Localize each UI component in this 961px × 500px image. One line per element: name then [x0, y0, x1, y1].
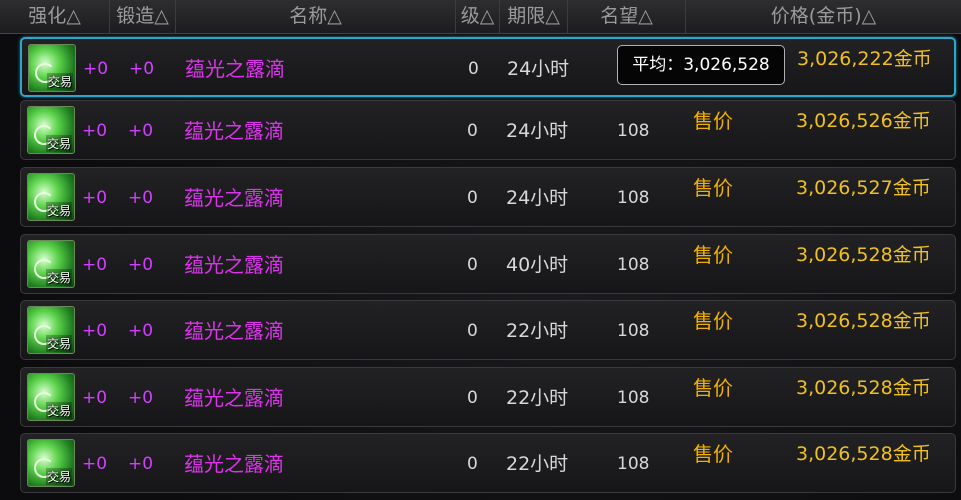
dew-drop-item-icon[interactable]: 交易 — [27, 106, 75, 154]
enhance-value: +0 — [82, 121, 108, 141]
enhance-value: +0 — [83, 59, 109, 79]
enhance-value: +0 — [82, 388, 108, 408]
listing-row[interactable]: 交易 +0 +0 蕴光之露滴 0 24小时 108 售价 3,026,527金币 — [20, 167, 956, 227]
price-value: 3,026,528金币 — [796, 310, 931, 332]
forge-value: +0 — [129, 59, 155, 79]
fame-value: 108 — [617, 321, 650, 341]
dew-drop-item-icon[interactable]: 交易 — [27, 306, 75, 354]
sell-label: 售价 — [693, 243, 733, 267]
forge-value: +0 — [128, 454, 154, 474]
price-value: 3,026,222金币 — [797, 48, 932, 70]
price-value: 3,026,528金币 — [796, 443, 931, 465]
item-name[interactable]: 蕴光之露滴 — [185, 39, 285, 99]
listing-row[interactable]: 交易 +0 +0 蕴光之露滴 0 24小时 售价 3,026,222金币 — [20, 37, 956, 97]
header-forge[interactable]: 锻造△ — [110, 0, 176, 33]
dew-drop-item-icon[interactable]: 交易 — [27, 240, 75, 288]
listing-row[interactable]: 交易 +0 +0 蕴光之露滴 0 40小时 108 售价 3,026,528金币 — [20, 234, 956, 294]
duration-value: 24小时 — [506, 120, 569, 142]
tradable-label: 交易 — [45, 135, 72, 152]
header-level[interactable]: 级△ — [456, 0, 500, 33]
item-name[interactable]: 蕴光之露滴 — [184, 434, 284, 494]
tradable-label: 交易 — [45, 402, 72, 419]
listing-row[interactable]: 交易 +0 +0 蕴光之露滴 0 24小时 108 售价 3,026,526金币 — [20, 100, 956, 160]
sell-label: 售价 — [693, 376, 733, 400]
forge-value: +0 — [128, 121, 154, 141]
tradable-label: 交易 — [45, 202, 72, 219]
forge-value: +0 — [128, 388, 154, 408]
enhance-value: +0 — [82, 255, 108, 275]
enhance-value: +0 — [82, 454, 108, 474]
item-name[interactable]: 蕴光之露滴 — [184, 101, 284, 161]
header-price[interactable]: 价格(金币)△ — [686, 0, 961, 33]
duration-value: 40小时 — [506, 254, 569, 276]
fame-value: 108 — [617, 454, 650, 474]
level-value: 0 — [467, 188, 478, 208]
listing-row[interactable]: 交易 +0 +0 蕴光之露滴 0 22小时 108 售价 3,026,528金币 — [20, 300, 956, 360]
sell-label: 售价 — [693, 442, 733, 466]
level-value: 0 — [467, 321, 478, 341]
item-name[interactable]: 蕴光之露滴 — [184, 235, 284, 295]
price-value: 3,026,526金币 — [796, 110, 931, 132]
column-header-bar: 强化△ 锻造△ 名称△ 级△ 期限△ 名望△ 价格(金币)△ — [0, 0, 961, 34]
tradable-label: 交易 — [45, 468, 72, 485]
dew-drop-item-icon[interactable]: 交易 — [27, 173, 75, 221]
enhance-value: +0 — [82, 188, 108, 208]
sell-label: 售价 — [693, 309, 733, 333]
level-value: 0 — [467, 255, 478, 275]
level-value: 0 — [467, 121, 478, 141]
level-value: 0 — [467, 454, 478, 474]
item-name[interactable]: 蕴光之露滴 — [184, 168, 284, 228]
forge-value: +0 — [128, 188, 154, 208]
forge-value: +0 — [128, 321, 154, 341]
sell-label: 售价 — [693, 176, 733, 200]
header-fame[interactable]: 名望△ — [568, 0, 686, 33]
duration-value: 24小时 — [507, 58, 570, 80]
average-price-tooltip: 平均：3,026,528 — [617, 45, 785, 85]
header-duration[interactable]: 期限△ — [500, 0, 568, 33]
tradable-label: 交易 — [46, 73, 73, 90]
dew-drop-item-icon[interactable]: 交易 — [28, 44, 76, 92]
fame-value: 108 — [617, 188, 650, 208]
header-name[interactable]: 名称△ — [176, 0, 456, 33]
dew-drop-item-icon[interactable]: 交易 — [27, 439, 75, 487]
fame-value: 108 — [617, 255, 650, 275]
header-enhance[interactable]: 强化△ — [0, 0, 110, 33]
listing-row[interactable]: 交易 +0 +0 蕴光之露滴 0 22小时 108 售价 3,026,528金币 — [20, 433, 956, 493]
auction-list-panel: 强化△ 锻造△ 名称△ 级△ 期限△ 名望△ 价格(金币)△ 交易 +0 +0 … — [0, 0, 961, 500]
item-name[interactable]: 蕴光之露滴 — [184, 368, 284, 428]
price-value: 3,026,528金币 — [796, 377, 931, 399]
level-value: 0 — [468, 59, 479, 79]
duration-value: 24小时 — [506, 187, 569, 209]
tradable-label: 交易 — [45, 269, 72, 286]
tradable-label: 交易 — [45, 335, 72, 352]
forge-value: +0 — [128, 255, 154, 275]
item-name[interactable]: 蕴光之露滴 — [184, 301, 284, 361]
dew-drop-item-icon[interactable]: 交易 — [27, 373, 75, 421]
fame-value: 108 — [617, 121, 650, 141]
price-value: 3,026,527金币 — [796, 177, 931, 199]
level-value: 0 — [467, 388, 478, 408]
duration-value: 22小时 — [506, 453, 569, 475]
sell-label: 售价 — [693, 109, 733, 133]
duration-value: 22小时 — [506, 320, 569, 342]
duration-value: 22小时 — [506, 387, 569, 409]
fame-value: 108 — [617, 388, 650, 408]
price-value: 3,026,528金币 — [796, 244, 931, 266]
enhance-value: +0 — [82, 321, 108, 341]
listing-row[interactable]: 交易 +0 +0 蕴光之露滴 0 22小时 108 售价 3,026,528金币 — [20, 367, 956, 427]
